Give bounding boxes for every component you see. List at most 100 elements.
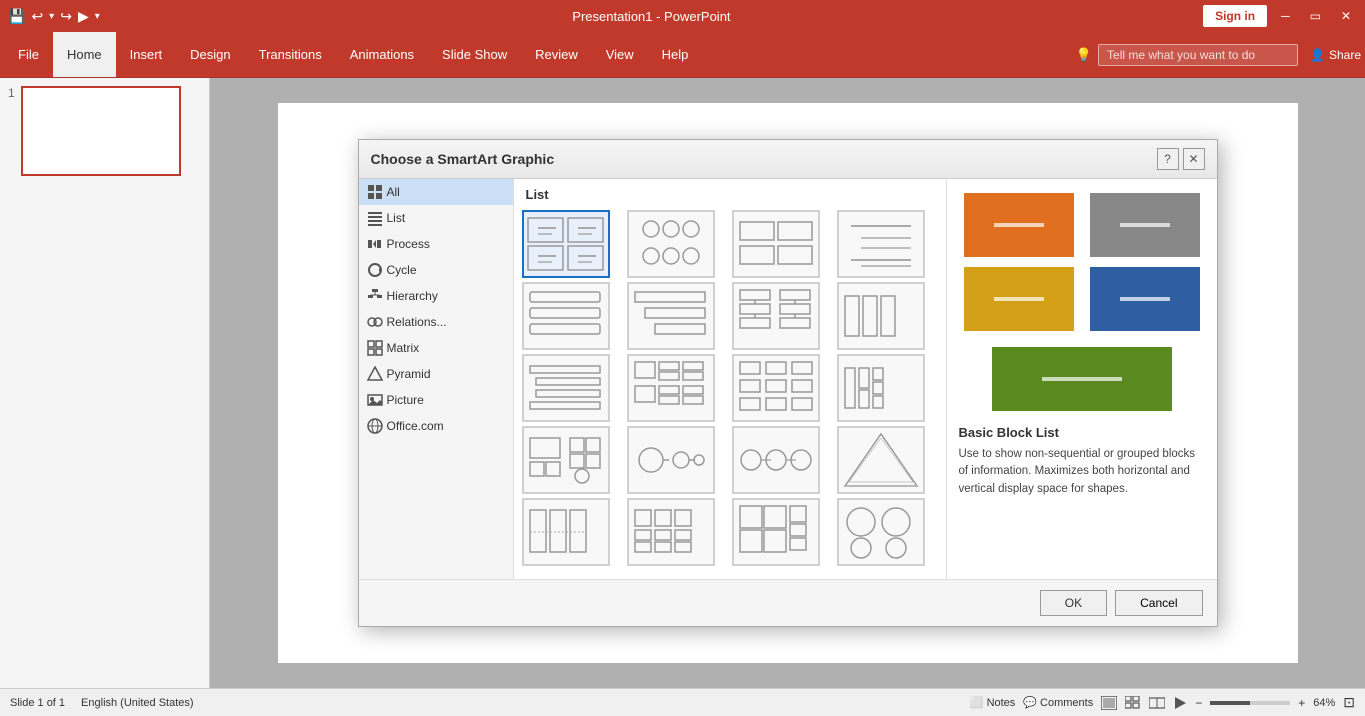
preview-block-1 bbox=[959, 191, 1079, 259]
preview-block-2 bbox=[1085, 191, 1205, 259]
restore-btn[interactable]: ▭ bbox=[1304, 7, 1327, 25]
tab-file[interactable]: File bbox=[4, 32, 53, 77]
tab-insert[interactable]: Insert bbox=[116, 32, 177, 77]
graphics-panel-header: List bbox=[522, 187, 938, 202]
preview-block-3 bbox=[959, 265, 1079, 333]
notes-button[interactable]: ⬜ Notes bbox=[970, 696, 1015, 709]
main-area: 1 Choose a SmartArt Graphic ? ✕ bbox=[0, 78, 1365, 688]
graphic-item-15[interactable] bbox=[837, 426, 925, 494]
customize-icon[interactable]: ▾ bbox=[95, 11, 100, 22]
share-button[interactable]: 👤 Share bbox=[1310, 48, 1361, 62]
tab-design[interactable]: Design bbox=[176, 32, 244, 77]
graphic-item-2[interactable] bbox=[732, 210, 820, 278]
slideshow-button[interactable] bbox=[1173, 696, 1187, 710]
category-cycle[interactable]: Cycle bbox=[359, 257, 513, 283]
graphic-item-9[interactable] bbox=[627, 354, 715, 422]
normal-view-button[interactable] bbox=[1101, 696, 1117, 710]
comments-button[interactable]: 💬 Comments bbox=[1023, 696, 1093, 709]
graphic-item-5[interactable] bbox=[627, 282, 715, 350]
graphics-grid bbox=[522, 210, 938, 566]
zoom-slider[interactable] bbox=[1210, 701, 1290, 705]
category-all[interactable]: All bbox=[359, 179, 513, 205]
tab-slideshow[interactable]: Slide Show bbox=[428, 32, 521, 77]
canvas-area: Choose a SmartArt Graphic ? ✕ All bbox=[210, 78, 1365, 688]
language-info: English (United States) bbox=[81, 697, 194, 709]
graphic-item-19[interactable] bbox=[837, 498, 925, 566]
fit-slide-icon[interactable]: ⊡ bbox=[1343, 694, 1355, 711]
preview-block-4 bbox=[1085, 265, 1205, 333]
preview-title: Basic Block List bbox=[959, 425, 1205, 440]
tab-animations[interactable]: Animations bbox=[336, 32, 428, 77]
graphic-item-16[interactable] bbox=[522, 498, 610, 566]
zoom-in-icon[interactable]: + bbox=[1298, 696, 1305, 710]
undo-dropdown[interactable]: ▾ bbox=[49, 11, 54, 22]
category-panel: All List Process Cycle bbox=[359, 179, 514, 579]
graphic-item-0[interactable] bbox=[522, 210, 610, 278]
zoom-level[interactable]: 64% bbox=[1313, 697, 1335, 709]
present-icon[interactable]: ▶ bbox=[78, 8, 89, 25]
redo-icon[interactable]: ↪ bbox=[60, 8, 72, 25]
graphic-item-17[interactable] bbox=[627, 498, 715, 566]
graphic-item-10[interactable] bbox=[732, 354, 820, 422]
graphic-item-13[interactable] bbox=[627, 426, 715, 494]
comments-label: Comments bbox=[1040, 697, 1093, 709]
dialog-title: Choose a SmartArt Graphic bbox=[371, 151, 555, 167]
save-icon[interactable]: 💾 bbox=[8, 8, 25, 25]
normal-view-icon bbox=[1101, 696, 1117, 710]
category-picture[interactable]: Picture bbox=[359, 387, 513, 413]
graphic-item-1[interactable] bbox=[627, 210, 715, 278]
dialog-close-button[interactable]: ✕ bbox=[1183, 148, 1205, 170]
category-matrix[interactable]: Matrix bbox=[359, 335, 513, 361]
slide-sorter-icon bbox=[1125, 696, 1141, 710]
slideshow-icon bbox=[1173, 696, 1187, 710]
slide-thumbnail[interactable] bbox=[21, 86, 181, 176]
title-bar-controls: Sign in ─ ▭ ✕ bbox=[1203, 5, 1357, 27]
graphic-item-12[interactable] bbox=[522, 426, 610, 494]
slide-sorter-button[interactable] bbox=[1125, 696, 1141, 710]
tab-review[interactable]: Review bbox=[521, 32, 592, 77]
category-hierarchy[interactable]: Hierarchy bbox=[359, 283, 513, 309]
category-pyramid[interactable]: Pyramid bbox=[359, 361, 513, 387]
dialog-title-buttons: ? ✕ bbox=[1157, 148, 1205, 170]
title-bar: 💾 ↩ ▾ ↪ ▶ ▾ Presentation1 - PowerPoint S… bbox=[0, 0, 1365, 32]
tab-transitions[interactable]: Transitions bbox=[245, 32, 336, 77]
minimize-btn[interactable]: ─ bbox=[1275, 7, 1296, 25]
graphic-item-18[interactable] bbox=[732, 498, 820, 566]
graphic-item-6[interactable] bbox=[732, 282, 820, 350]
category-list[interactable]: List bbox=[359, 205, 513, 231]
category-relationship[interactable]: Relations... bbox=[359, 309, 513, 335]
ribbon: File Home Insert Design Transitions Anim… bbox=[0, 32, 1365, 78]
preview-block-5 bbox=[992, 345, 1172, 413]
status-bar-right: ⬜ Notes 💬 Comments − + 64% ⊡ bbox=[970, 694, 1355, 711]
close-btn[interactable]: ✕ bbox=[1335, 7, 1357, 25]
preview-description: Use to show non-sequential or grouped bl… bbox=[959, 446, 1205, 498]
reading-view-icon bbox=[1149, 696, 1165, 710]
graphic-item-3[interactable] bbox=[837, 210, 925, 278]
tab-home[interactable]: Home bbox=[53, 32, 116, 77]
undo-icon[interactable]: ↩ bbox=[31, 8, 43, 25]
graphic-item-11[interactable] bbox=[837, 354, 925, 422]
graphic-item-8[interactable] bbox=[522, 354, 610, 422]
cancel-button[interactable]: Cancel bbox=[1115, 590, 1202, 616]
category-office[interactable]: Office.com bbox=[359, 413, 513, 439]
graphic-item-7[interactable] bbox=[837, 282, 925, 350]
slide-number: 1 bbox=[8, 86, 15, 100]
sign-in-button[interactable]: Sign in bbox=[1203, 5, 1267, 27]
dialog-overlay: Choose a SmartArt Graphic ? ✕ All bbox=[210, 78, 1365, 688]
comments-icon: 💬 bbox=[1023, 696, 1037, 709]
title-bar-left: 💾 ↩ ▾ ↪ ▶ ▾ bbox=[8, 8, 100, 25]
graphics-panel: List bbox=[514, 179, 947, 579]
graphic-item-14[interactable] bbox=[732, 426, 820, 494]
tab-help[interactable]: Help bbox=[648, 32, 703, 77]
category-process[interactable]: Process bbox=[359, 231, 513, 257]
search-input[interactable] bbox=[1098, 44, 1298, 66]
dialog-content: All List Process Cycle bbox=[359, 179, 1217, 579]
zoom-out-icon[interactable]: − bbox=[1195, 696, 1202, 710]
ok-button[interactable]: OK bbox=[1040, 590, 1107, 616]
reading-view-button[interactable] bbox=[1149, 696, 1165, 710]
tab-view[interactable]: View bbox=[592, 32, 648, 77]
dialog-help-button[interactable]: ? bbox=[1157, 148, 1179, 170]
ribbon-search-area: 💡 bbox=[1076, 44, 1298, 66]
graphic-item-4[interactable] bbox=[522, 282, 610, 350]
notes-label: Notes bbox=[987, 697, 1016, 709]
